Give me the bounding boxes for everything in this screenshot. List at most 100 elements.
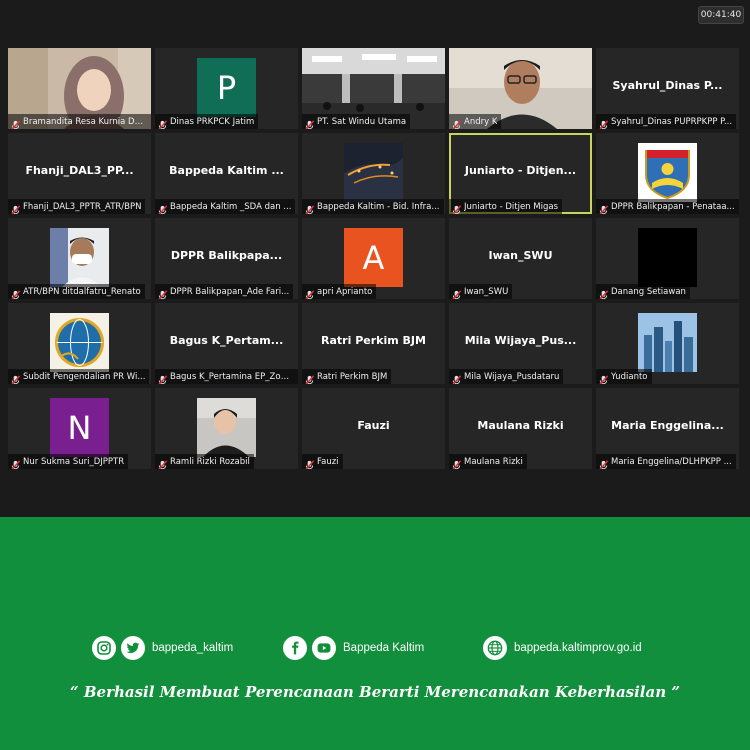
participant-tile-title: Mila Wijaya_Pus... xyxy=(464,334,577,347)
mic-muted-icon xyxy=(451,201,462,214)
participant-name-bar: Bramandita Resa Kurnia Dewi xyxy=(8,114,151,129)
mic-muted-icon xyxy=(157,201,168,214)
participant-tile[interactable]: Ramli Rizki Rozabil xyxy=(155,388,298,469)
participant-tile-title: Ratri Perkim BJM xyxy=(321,334,426,347)
participant-name-bar: Syahrul_Dinas PUPRPKPP P... xyxy=(596,114,737,129)
participant-tile-title: Fhanji_DAL3_PP... xyxy=(25,164,134,177)
social-handle-label: bappeda_kaltim xyxy=(152,642,234,654)
social-website[interactable]: bappeda.kaltimprov.go.id xyxy=(483,636,642,660)
participant-initial-avatar: N xyxy=(50,398,109,457)
participant-tile[interactable]: Juniarto - Ditjen... Juniarto - Ditjen Mi… xyxy=(449,133,592,214)
participant-tile[interactable]: Subdit Pengendalian PR Wi... xyxy=(8,303,151,384)
participant-tile[interactable]: Bramandita Resa Kurnia Dewi xyxy=(8,48,151,129)
participant-name-bar: Iwan_SWU xyxy=(449,284,513,299)
participant-tile[interactable]: Yudianto xyxy=(596,303,739,384)
participant-name: Maria Enggelina/DLHPKPP ... xyxy=(611,456,732,467)
participant-name-bar: Juniarto - Ditjen Migas xyxy=(449,199,562,214)
mic-muted-icon xyxy=(157,456,168,469)
participant-tile-title: Maria Enggelina... xyxy=(611,419,724,432)
mic-muted-icon xyxy=(10,201,21,214)
participant-name-bar: Ratri Perkim BJM xyxy=(302,369,392,384)
participant-name-bar: Andry K xyxy=(449,114,502,129)
participant-name-bar: Subdit Pengendalian PR Wi... xyxy=(8,369,150,384)
participant-name-bar: Nur Sukma Suri_DJPPTR xyxy=(8,454,129,469)
mic-muted-icon xyxy=(157,286,168,299)
globe-icon xyxy=(483,636,507,660)
mic-muted-icon xyxy=(304,286,315,299)
participant-tile[interactable]: Fauzi Fauzi xyxy=(302,388,445,469)
participant-name: Ramli Rizki Rozabil xyxy=(170,456,250,467)
mic-muted-icon xyxy=(10,456,21,469)
participant-video xyxy=(197,398,256,457)
participant-tile[interactable]: P Dinas PRKPCK Jatim xyxy=(155,48,298,129)
participant-name: Fauzi xyxy=(317,456,339,467)
participant-name: Bagus K_Pertamina EP_Zon... xyxy=(170,371,294,382)
participant-tile[interactable]: Mila Wijaya_Pus... Mila Wijaya_Pusdataru xyxy=(449,303,592,384)
participant-initial-avatar: P xyxy=(197,58,256,117)
participant-name: apri Aprianto xyxy=(317,286,373,297)
participant-tile-title: Iwan_SWU xyxy=(488,249,553,262)
mic-muted-icon xyxy=(598,201,609,214)
participant-tile-title: Bappeda Kaltim ... xyxy=(169,164,284,177)
participant-tile[interactable]: N Nur Sukma Suri_DJPPTR xyxy=(8,388,151,469)
participant-tile[interactable]: DPPR Balikpapan - Penataa... xyxy=(596,133,739,214)
participant-tile[interactable]: Bappeda Kaltim ... Bappeda Kaltim _SDA da… xyxy=(155,133,298,214)
participant-tile[interactable]: Iwan_SWU Iwan_SWU xyxy=(449,218,592,299)
participant-name-bar: Bagus K_Pertamina EP_Zon... xyxy=(155,369,298,384)
participant-tile[interactable]: Danang Setiawan xyxy=(596,218,739,299)
participant-name-bar: Maria Enggelina/DLHPKPP ... xyxy=(596,454,736,469)
participant-tile-title: Fauzi xyxy=(357,419,390,432)
mic-muted-icon xyxy=(598,116,609,129)
social-instagram-twitter[interactable]: bappeda_kaltim xyxy=(92,636,233,660)
participant-name-bar: Danang Setiawan xyxy=(596,284,690,299)
instagram-icon xyxy=(92,636,116,660)
participant-tile[interactable]: Maulana Rizki Maulana Rizki xyxy=(449,388,592,469)
footer-banner: bappeda_kaltim Bappeda Kaltim bappeda.ka… xyxy=(0,517,750,750)
participant-tile[interactable]: Andry K xyxy=(449,48,592,129)
participant-logo xyxy=(638,143,697,202)
mic-muted-icon xyxy=(10,371,21,384)
participant-name: Danang Setiawan xyxy=(611,286,686,297)
participant-name: PT. Sat Windu Utama xyxy=(317,116,407,127)
participant-name: Bramandita Resa Kurnia Dewi xyxy=(23,116,147,127)
participant-tile[interactable]: Bagus K_Pertam... Bagus K_Pertamina EP_Zo… xyxy=(155,303,298,384)
participant-name: DPPR Balikpapan - Penataa... xyxy=(611,201,735,212)
participant-name: Subdit Pengendalian PR Wi... xyxy=(23,371,146,382)
mic-muted-icon xyxy=(451,116,462,129)
participant-tile[interactable]: ATR/BPN ditdalfatru_Renato xyxy=(8,218,151,299)
participant-name: Fhanji_DAL3_PPTR_ATR/BPN xyxy=(23,201,142,212)
participant-name: Juniarto - Ditjen Migas xyxy=(464,201,558,212)
participant-name: Yudianto xyxy=(611,371,648,382)
participant-tile[interactable]: Maria Enggelina... Maria Enggelina/DLHPKP… xyxy=(596,388,739,469)
participant-tile[interactable]: Bappeda Kaltim - Bid. Infra... xyxy=(302,133,445,214)
participant-name-bar: Mila Wijaya_Pusdataru xyxy=(449,369,564,384)
participant-name: ATR/BPN ditdalfatru_Renato xyxy=(23,286,141,297)
participant-tile[interactable]: Syahrul_Dinas P... Syahrul_Dinas PUPRPKPP… xyxy=(596,48,739,129)
video-meeting-area: 00:41:40 Bramandita Resa Kurnia Dewi P Din… xyxy=(0,0,750,517)
participant-tile[interactable]: Aapri Aprianto xyxy=(302,218,445,299)
participant-name-bar: ATR/BPN ditdalfatru_Renato xyxy=(8,284,145,299)
participant-name-bar: Fauzi xyxy=(302,454,343,469)
participant-tile-title: DPPR Balikpapa... xyxy=(170,249,283,262)
mic-muted-icon xyxy=(598,456,609,469)
participant-name-bar: Ramli Rizki Rozabil xyxy=(155,454,254,469)
website-url-label: bappeda.kaltimprov.go.id xyxy=(514,642,642,654)
mic-muted-icon xyxy=(598,371,609,384)
participant-tile[interactable]: DPPR Balikpapa... DPPR Balikpapan_Ade Far… xyxy=(155,218,298,299)
participant-name: Nur Sukma Suri_DJPPTR xyxy=(23,456,125,467)
social-facebook-youtube[interactable]: Bappeda Kaltim xyxy=(283,636,424,660)
participant-tile[interactable]: PT. Sat Windu Utama xyxy=(302,48,445,129)
participant-tile[interactable]: Ratri Perkim BJM Ratri Perkim BJM xyxy=(302,303,445,384)
participant-name: Iwan_SWU xyxy=(464,286,509,297)
mic-muted-icon xyxy=(304,201,315,214)
participant-name-bar: Fhanji_DAL3_PPTR_ATR/BPN xyxy=(8,199,146,214)
participant-tile[interactable]: Fhanji_DAL3_PP... Fhanji_DAL3_PPTR_ATR/BP… xyxy=(8,133,151,214)
tagline: “ Berhasil Membuat Perencanaan Berarti M… xyxy=(70,683,680,701)
participant-name: Ratri Perkim BJM xyxy=(317,371,388,382)
participant-video xyxy=(638,313,697,372)
facebook-icon xyxy=(283,636,307,660)
participant-name-bar: Dinas PRKPCK Jatim xyxy=(155,114,259,129)
mic-muted-icon xyxy=(304,456,315,469)
mic-muted-icon xyxy=(451,456,462,469)
participant-name-bar: apri Aprianto xyxy=(302,284,377,299)
